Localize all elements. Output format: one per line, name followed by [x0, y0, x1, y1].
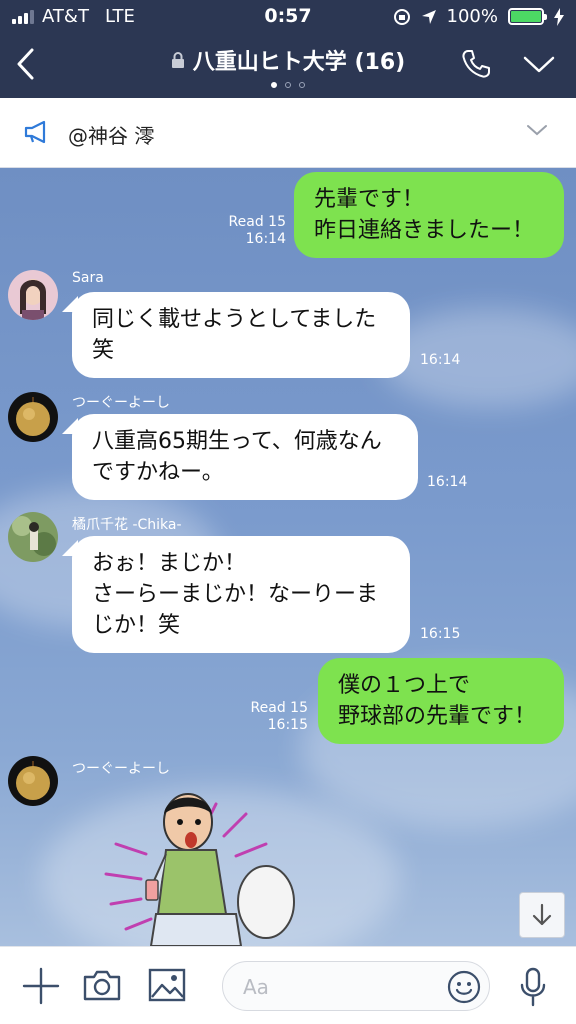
arrow-down-icon — [532, 903, 552, 926]
message-line: 先輩です！ — [314, 187, 425, 212]
page-indicator — [0, 82, 576, 88]
megaphone-icon — [24, 120, 46, 144]
message-line: じか！笑 — [92, 613, 181, 638]
surprised-boy-sticker[interactable] — [96, 784, 306, 946]
message-line: 野球部の先輩です！ — [338, 704, 537, 729]
avatar-tsuguyoshi[interactable] — [8, 756, 58, 806]
chat-title-text: 八重山ヒト大学 (16) — [192, 50, 406, 75]
status-bar: AT&T LTE 0:57 100% — [0, 0, 576, 32]
chat-header: 八重山ヒト大学 (16) — [0, 32, 576, 98]
avatar-tsuguyoshi[interactable] — [8, 392, 58, 442]
microphone-icon[interactable] — [518, 967, 548, 1007]
battery-icon — [508, 8, 547, 25]
input-bar: Aa — [0, 946, 576, 1024]
message-bubble[interactable]: 同じく載せようとしてました 笑 — [72, 292, 410, 378]
read-receipt: Read 15 16:14 — [228, 214, 286, 247]
location-icon — [421, 9, 436, 24]
rotation-lock-icon — [393, 8, 410, 25]
message-line: おぉ！まじか！ — [92, 551, 247, 576]
top-bar: AT&T LTE 0:57 100% 八重山ヒト大学 (16) — [0, 0, 576, 98]
message-line: さーらーまじか！なーりーま — [92, 582, 379, 607]
image-icon[interactable] — [148, 967, 186, 1003]
message-time: 16:14 — [420, 352, 461, 368]
announcement-bar[interactable]: @神谷 澪 — [0, 98, 576, 168]
sender-name: 橘爪千花 -Chika- — [72, 517, 182, 533]
phone-icon[interactable] — [460, 48, 492, 80]
message-time: 16:14 — [427, 474, 468, 490]
message-line: 昨日連絡きましたー！ — [314, 218, 535, 243]
message-bubble[interactable]: 八重高65期生って、何歳なん ですかねー。 — [72, 414, 418, 500]
read-receipt: Read 15 16:15 — [250, 700, 308, 733]
message-line: 笑 — [92, 338, 115, 363]
avatar-sara[interactable] — [8, 270, 58, 320]
charging-icon — [554, 7, 564, 26]
message-input-placeholder: Aa — [243, 975, 269, 999]
message-line: 僕の１つ上で — [338, 673, 471, 698]
message-line: ですかねー。 — [92, 460, 224, 485]
my-message-bubble[interactable]: 先輩です！ 昨日連絡きましたー！ — [294, 172, 564, 258]
message-bubble[interactable]: おぉ！まじか！ さーらーまじか！なーりーま じか！笑 — [72, 536, 410, 653]
my-message-bubble[interactable]: 僕の１つ上で 野球部の先輩です！ — [318, 658, 564, 744]
camera-icon[interactable] — [82, 967, 122, 1003]
message-input[interactable]: Aa — [222, 961, 490, 1011]
sender-name: Sara — [72, 270, 104, 286]
chevron-down-icon[interactable] — [522, 52, 556, 76]
message-line: 八重高65期生って、何歳なん — [92, 429, 382, 454]
lock-icon — [171, 52, 184, 68]
sender-name: つーぐーよーし — [72, 761, 170, 777]
avatar-chika[interactable] — [8, 512, 58, 562]
battery-percent: 100% — [446, 6, 498, 27]
emoji-icon[interactable] — [447, 970, 481, 1004]
message-line: 同じく載せようとしてました — [92, 307, 377, 332]
scroll-to-bottom-button[interactable] — [519, 892, 565, 938]
expand-chevron-icon[interactable] — [526, 122, 548, 138]
announcement-text: @神谷 澪 — [68, 124, 155, 148]
plus-icon[interactable] — [22, 967, 60, 1005]
message-time: 16:15 — [420, 626, 461, 642]
sender-name: つーぐーよーし — [72, 395, 170, 411]
